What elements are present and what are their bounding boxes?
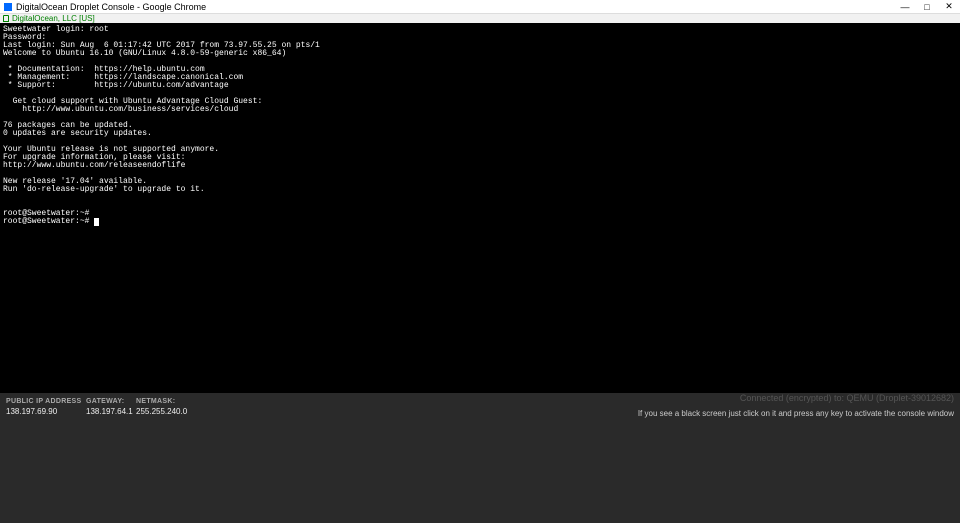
public-ip-label: PUBLIC IP ADDRESS (6, 398, 86, 405)
netmask-label: NETMASK: (136, 398, 216, 405)
site-identity: DigitalOcean, LLC [US] (12, 14, 95, 23)
address-bar[interactable]: DigitalOcean, LLC [US] (0, 13, 960, 23)
connection-status: Connected (encrypted) to: QEMU (Droplet-… (740, 393, 954, 403)
gateway-value: 138.197.64.1 (86, 407, 136, 416)
terminal-output[interactable]: Sweetwater login: root Password: Last lo… (0, 23, 960, 393)
maximize-button[interactable]: □ (916, 0, 938, 13)
window-title: DigitalOcean Droplet Console - Google Ch… (16, 2, 206, 12)
netmask-value: 255.255.240.0 (136, 407, 216, 416)
bottom-padding (0, 428, 960, 523)
status-bar: Connected (encrypted) to: QEMU (Droplet-… (0, 393, 960, 428)
chrome-favicon (4, 3, 12, 11)
window-controls: — □ ✕ (894, 0, 960, 13)
terminal-cursor (94, 218, 99, 226)
window-titlebar: DigitalOcean Droplet Console - Google Ch… (0, 0, 960, 13)
lock-icon (3, 15, 9, 22)
gateway-label: GATEWAY: (86, 398, 136, 405)
black-screen-hint: If you see a black screen just click on … (638, 409, 954, 418)
close-button[interactable]: ✕ (938, 0, 960, 13)
public-ip-value: 138.197.69.90 (6, 407, 86, 416)
public-ip-block: PUBLIC IP ADDRESS 138.197.69.90 (6, 398, 86, 416)
netmask-block: NETMASK: 255.255.240.0 (136, 398, 216, 416)
minimize-button[interactable]: — (894, 0, 916, 13)
gateway-block: GATEWAY: 138.197.64.1 (86, 398, 136, 416)
